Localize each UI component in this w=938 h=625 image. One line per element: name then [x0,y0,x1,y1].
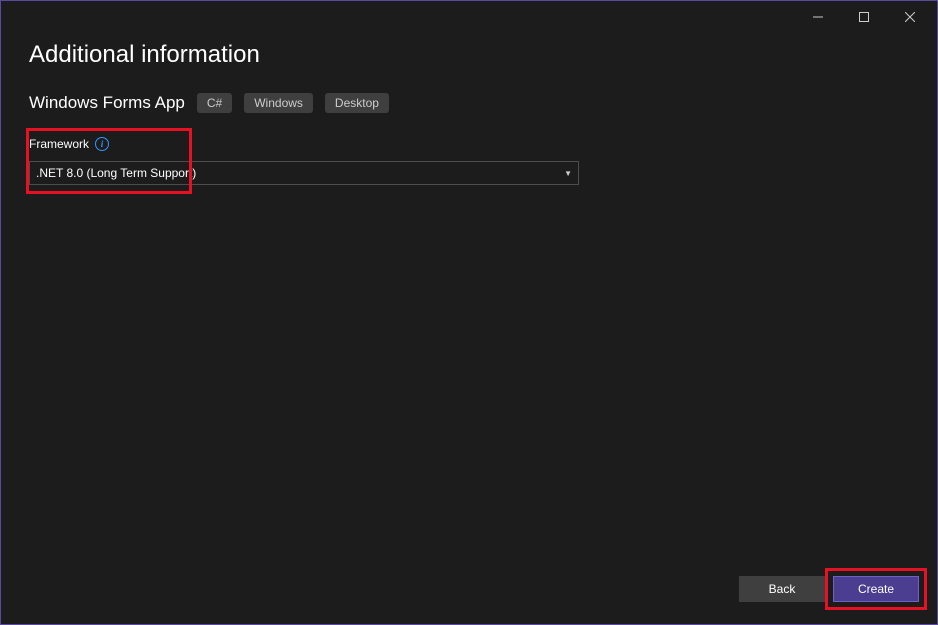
subtitle-row: Windows Forms App C# Windows Desktop [29,93,909,113]
close-button[interactable] [887,2,933,32]
maximize-icon [859,12,869,22]
titlebar [1,1,937,33]
tag-apptype: Desktop [325,93,389,113]
framework-dropdown[interactable]: .NET 8.0 (Long Term Support) ▼ [29,161,579,185]
minimize-button[interactable] [795,2,841,32]
tag-platform: Windows [244,93,313,113]
framework-label: Framework [29,137,89,151]
create-button[interactable]: Create [833,576,919,602]
framework-selected-value: .NET 8.0 (Long Term Support) [36,166,196,180]
tag-language: C# [197,93,232,113]
project-type-label: Windows Forms App [29,93,185,113]
chevron-down-icon: ▼ [564,169,572,178]
framework-label-row: Framework i [29,137,909,151]
create-button-label: Create [858,582,894,596]
back-button-label: Back [769,582,796,596]
back-button[interactable]: Back [739,576,825,602]
info-icon[interactable]: i [95,137,109,151]
page-title: Additional information [29,41,909,69]
content-area: Additional information Windows Forms App… [1,33,937,185]
maximize-button[interactable] [841,2,887,32]
close-icon [905,12,915,22]
footer-buttons: Back Create [739,576,919,602]
minimize-icon [813,12,823,22]
